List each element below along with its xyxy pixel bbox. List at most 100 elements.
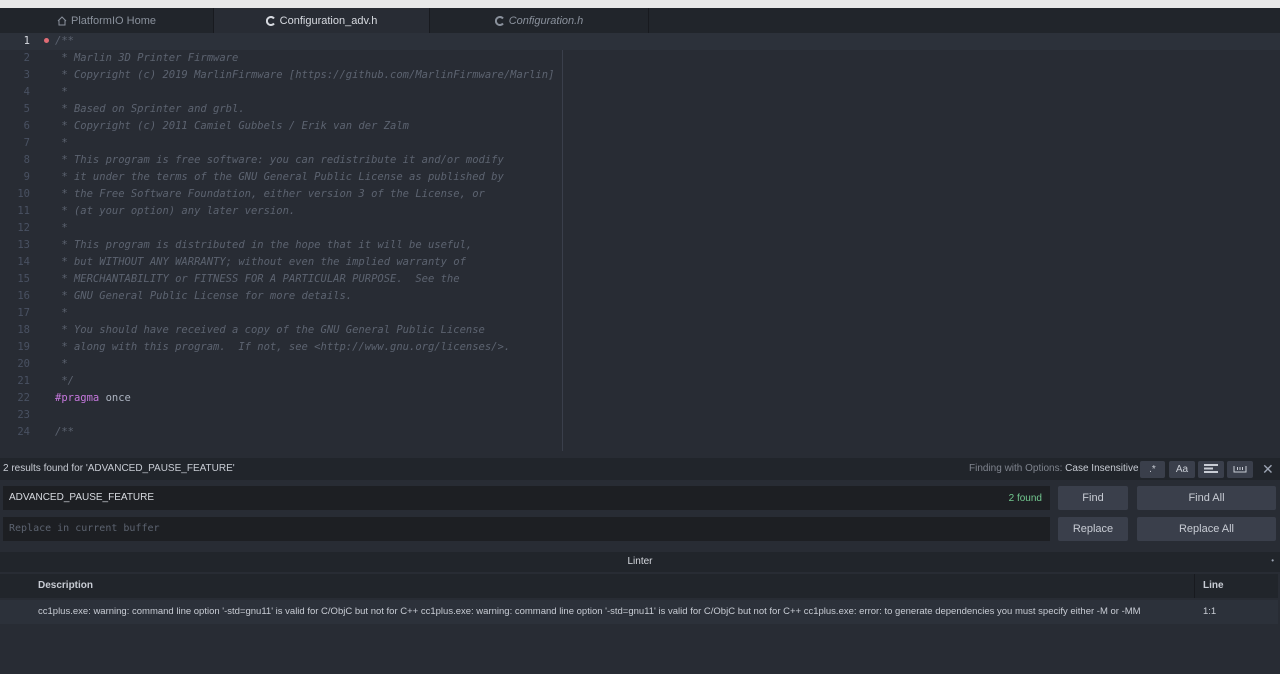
match-case-toggle-button[interactable]: Aa [1169,461,1195,478]
find-button[interactable]: Find [1058,486,1128,510]
code-line[interactable]: 17 * [0,305,1280,322]
code-line[interactable]: 20 * [0,356,1280,373]
code-text: * [55,222,68,234]
regex-toggle-button[interactable]: .* [1140,461,1165,478]
tab-configuration-adv[interactable]: Configuration_adv.h [214,8,430,33]
tab-label: Configuration_adv.h [279,14,378,27]
line-number: 23 [17,409,30,421]
linter-menu-dot-icon[interactable]: • [1271,556,1274,565]
code-line[interactable]: 14 * but WITHOUT ANY WARRANTY; without e… [0,254,1280,271]
tab-platformio-home[interactable]: PlatformIO Home [0,8,214,33]
code-editor[interactable]: 1/** 2 * Marlin 3D Printer Firmware 3 * Co… [0,33,1280,451]
code-line[interactable]: 22 #pragma once [0,390,1280,407]
line-number: 18 [17,324,30,336]
linter-table-header: Description Line [0,574,1278,598]
line-number: 3 [23,69,30,81]
line-number: 6 [23,120,30,132]
line-number: 12 [17,222,30,234]
linter-message-description: cc1plus.exe: warning: command line optio… [38,606,1141,617]
line-number: 16 [17,290,30,302]
code-line[interactable]: 12 * [0,220,1280,237]
code-line[interactable]: 18 * You should have received a copy of … [0,322,1280,339]
code-line[interactable]: 4 * [0,84,1280,101]
tab-bar: PlatformIO Home Configuration_adv.h Conf… [0,8,1280,33]
code-line[interactable]: 7 * [0,135,1280,152]
code-line[interactable]: 21 */ [0,373,1280,390]
window-top-strip [0,0,1280,8]
c-file-icon [494,15,505,26]
code-text: * the Free Software Foundation, either v… [55,188,485,200]
column-header-description[interactable]: Description [38,580,93,591]
line-number: 8 [23,154,30,166]
column-header-line[interactable]: Line [1203,580,1224,591]
linter-empty-area [0,624,1280,674]
line-number: 24 [17,426,30,438]
find-input[interactable]: ADVANCED_PAUSE_FEATURE 2 found [3,486,1050,510]
code-text: * Based on Sprinter and grbl. [55,103,245,115]
code-line[interactable]: 15 * MERCHANTABILITY or FITNESS FOR A PA… [0,271,1280,288]
line-number: 19 [17,341,30,353]
linter-message-row[interactable]: cc1plus.exe: warning: command line optio… [0,600,1278,624]
whole-word-toggle-button[interactable] [1227,461,1253,478]
replace-placeholder: Replace in current buffer [9,523,160,534]
line-number: 9 [23,171,30,183]
code-text: * You should have received a copy of the… [55,324,485,336]
code-line[interactable]: 10 * the Free Software Foundation, eithe… [0,186,1280,203]
line-number: 14 [17,256,30,268]
find-all-button[interactable]: Find All [1137,486,1276,510]
line-number: 2 [23,52,30,64]
code-text: /** [55,426,74,438]
code-line[interactable]: 23 [0,407,1280,424]
find-count: 2 found [1008,493,1042,504]
line-number: 5 [23,103,30,115]
code-text: * Copyright (c) 2019 MarlinFirmware [htt… [55,69,555,81]
replace-input[interactable]: Replace in current buffer [3,517,1050,541]
code-text: * [55,358,68,370]
code-text: #pragma once [55,390,131,407]
code-text: * (at your option) any later version. [55,205,296,217]
code-line[interactable]: 3 * Copyright (c) 2019 MarlinFirmware [h… [0,67,1280,84]
replace-all-button[interactable]: Replace All [1137,517,1276,541]
find-options-summary: Finding with Options: Case Insensitive [969,463,1139,474]
column-divider[interactable] [1194,574,1195,598]
code-text: * This program is distributed in the hop… [55,239,473,251]
line-number: 1 [23,35,30,47]
close-find-panel-button[interactable]: ✕ [1262,461,1274,478]
code-text: * Marlin 3D Printer Firmware [55,52,239,64]
linter-message-line[interactable]: 1:1 [1203,606,1216,617]
c-file-icon [265,15,276,26]
home-icon [57,15,67,26]
code-text: * This program is free software: you can… [55,154,504,166]
code-text: /** [55,35,74,47]
line-number: 13 [17,239,30,251]
code-line[interactable]: 2 * Marlin 3D Printer Firmware [0,50,1280,67]
find-options-value: Case Insensitive [1065,463,1139,474]
code-line[interactable]: 6 * Copyright (c) 2011 Camiel Gubbels / … [0,118,1280,135]
code-text: */ [55,375,74,387]
tab-label: Configuration.h [508,14,584,27]
code-line[interactable]: 11 * (at your option) any later version. [0,203,1280,220]
find-results-status: 2 results found for 'ADVANCED_PAUSE_FEAT… [3,463,235,474]
code-line[interactable]: 24 /** [0,424,1280,441]
code-text: * it under the terms of the GNU General … [55,171,504,183]
tab-configuration[interactable]: Configuration.h [430,8,649,33]
preprocessor-keyword: #pragma [55,392,100,404]
line-number: 4 [23,86,30,98]
code-line[interactable]: 16 * GNU General Public License for more… [0,288,1280,305]
code-text: * [55,86,68,98]
code-line[interactable]: 8 * This program is free software: you c… [0,152,1280,169]
line-number: 15 [17,273,30,285]
line-number: 11 [17,205,30,217]
replace-row: Replace in current buffer Replace Replac… [0,517,1280,541]
code-line[interactable]: 5 * Based on Sprinter and grbl. [0,101,1280,118]
tab-label: PlatformIO Home [71,14,156,27]
code-line[interactable]: 19 * along with this program. If not, se… [0,339,1280,356]
code-line[interactable]: 9 * it under the terms of the GNU Genera… [0,169,1280,186]
code-text: * Copyright (c) 2011 Camiel Gubbels / Er… [55,120,410,132]
code-line[interactable]: 13 * This program is distributed in the … [0,237,1280,254]
code-text: * along with this program. If not, see <… [55,341,511,353]
replace-button[interactable]: Replace [1058,517,1128,541]
selection-only-toggle-button[interactable] [1198,461,1224,478]
code-line[interactable]: 1 /** [0,33,1280,50]
line-number: 10 [17,188,30,200]
